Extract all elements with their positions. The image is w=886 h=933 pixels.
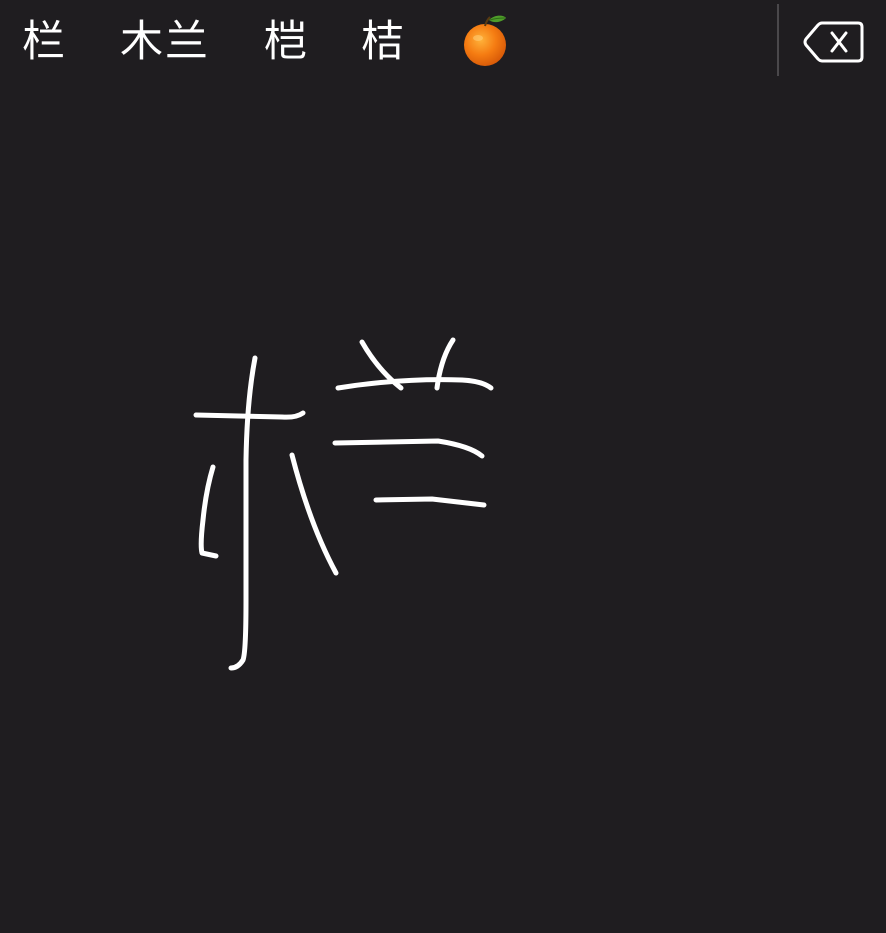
handwriting-strokes (193, 337, 494, 671)
candidate-bar: 栏 木兰 桤 桔 (0, 0, 886, 84)
stroke (373, 496, 487, 508)
candidate-4[interactable]: 桔 (361, 12, 406, 72)
orange-emoji-icon[interactable] (462, 14, 510, 68)
candidate-3[interactable]: 桤 (264, 12, 309, 72)
candidate-1[interactable]: 栏 (22, 12, 67, 72)
stroke (335, 377, 494, 391)
stroke (332, 438, 485, 459)
stroke (228, 355, 258, 671)
delete-key[interactable] (800, 14, 870, 70)
candidate-2[interactable]: 木兰 (120, 12, 210, 72)
stroke (198, 464, 219, 559)
candidate-divider (777, 4, 779, 76)
stroke (289, 452, 339, 576)
backspace-icon (803, 21, 864, 63)
handwriting-pad[interactable] (0, 84, 886, 929)
